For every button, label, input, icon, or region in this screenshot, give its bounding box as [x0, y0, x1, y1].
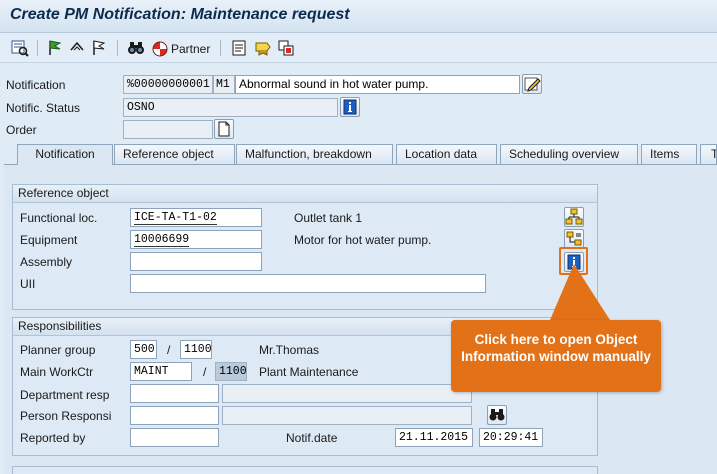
planner-group-label: Planner group	[20, 343, 96, 357]
notif-time-field[interactable]: 20:29:41	[479, 428, 543, 447]
notes-icon[interactable]	[230, 39, 248, 57]
notification-type-field: M1	[213, 75, 235, 94]
hierarchy-icon	[565, 208, 583, 225]
assembly-field[interactable]	[130, 252, 262, 271]
application-toolbar: Partner	[0, 33, 717, 63]
planner-group-slash: /	[167, 343, 171, 357]
flag-icon[interactable]	[46, 39, 64, 57]
tab-items[interactable]: Items	[641, 144, 697, 164]
main-workctr-description: Plant Maintenance	[259, 365, 359, 379]
assembly-label: Assembly	[20, 255, 73, 269]
main-workctr-plant-field: 1100	[215, 362, 247, 381]
pencil-icon	[524, 77, 541, 92]
uii-field[interactable]	[130, 274, 486, 293]
title-bar: Create PM Notification: Maintenance requ…	[0, 0, 717, 33]
callout-hint: Click here to open Object Information wi…	[451, 320, 661, 392]
order-field	[123, 120, 213, 139]
overview-icon[interactable]	[11, 39, 31, 57]
notif-date-label: Notif.date	[286, 431, 338, 445]
toolbar-separator	[37, 40, 38, 56]
callout-arrow	[550, 264, 610, 320]
order-label: Order	[6, 123, 37, 137]
functional-loc-structure-button[interactable]	[564, 207, 584, 227]
catalog-icon[interactable]	[254, 39, 272, 57]
notif-date-field[interactable]: 21.11.2015	[395, 428, 473, 447]
person-responsible-field[interactable]	[130, 406, 219, 425]
notification-number-field: %00000000001	[123, 75, 213, 94]
status-field: OSNO	[123, 98, 338, 117]
main-workctr-field[interactable]: MAINT	[130, 362, 192, 381]
page-title: Create PM Notification: Maintenance requ…	[10, 6, 350, 23]
tab-malfunction-breakdown[interactable]: Malfunction, breakdown	[236, 144, 393, 164]
equipment-label: Equipment	[20, 233, 78, 247]
person-search-button[interactable]	[487, 405, 507, 425]
toolbar-separator	[117, 40, 118, 56]
uii-label: UII	[20, 277, 36, 291]
status-info-button[interactable]	[340, 97, 360, 117]
tab-notification[interactable]: Notification	[17, 144, 113, 165]
notification-label: Notification	[6, 78, 66, 92]
planner-group-description: Mr.Thomas	[259, 343, 320, 357]
next-group	[12, 466, 598, 474]
functional-loc-label: Functional loc.	[20, 211, 98, 225]
binoculars-icon[interactable]	[126, 39, 148, 57]
edit-long-text-button[interactable]	[522, 74, 542, 94]
equipment-value: 10006699	[134, 233, 190, 247]
structure-icon[interactable]	[277, 39, 295, 57]
planner-group-field[interactable]: 500	[130, 340, 157, 359]
tab-reference-object[interactable]: Reference object	[114, 144, 235, 164]
flag-outline-icon[interactable]	[90, 39, 108, 57]
tab-location-data[interactable]: Location data	[396, 144, 497, 164]
tab-scheduling-overview[interactable]: Scheduling overview	[500, 144, 638, 164]
binoculars-icon	[489, 409, 505, 421]
reference-object-heading: Reference object	[13, 185, 597, 203]
person-responsible-description-field	[222, 406, 472, 425]
document-icon	[218, 121, 230, 137]
equipment-structure-button[interactable]	[564, 229, 584, 249]
partner-button[interactable]: Partner	[152, 39, 214, 57]
structure-list-icon	[566, 231, 582, 246]
functional-loc-field[interactable]: ICE-TA-T1-02	[130, 208, 262, 227]
functional-loc-description: Outlet tank 1	[294, 211, 363, 225]
main-workctr-label: Main WorkCtr	[20, 365, 94, 379]
notification-text-field[interactable]: Abnormal sound in hot water pump.	[235, 75, 520, 94]
equipment-field[interactable]: 10006699	[130, 230, 262, 249]
tab-more[interactable]: T	[700, 144, 717, 164]
department-resp-description-field	[222, 384, 472, 403]
link-icon[interactable]	[68, 39, 86, 57]
toolbar-separator	[220, 40, 221, 56]
partner-button-label: Partner	[171, 41, 211, 56]
info-icon	[343, 99, 357, 115]
partner-icon	[152, 41, 168, 57]
reported-by-field[interactable]	[130, 428, 219, 447]
reported-by-label: Reported by	[20, 431, 86, 445]
status-label: Notific. Status	[6, 101, 81, 115]
person-responsible-label: Person Responsi	[20, 409, 112, 423]
create-order-button[interactable]	[214, 119, 234, 139]
equipment-description: Motor for hot water pump.	[294, 233, 432, 247]
department-resp-label: Department resp	[20, 388, 110, 402]
main-workctr-slash: /	[203, 365, 207, 379]
planner-group-plant-field[interactable]: 1100	[180, 340, 212, 359]
functional-loc-value: ICE-TA-T1-02	[134, 211, 217, 225]
department-resp-field[interactable]	[130, 384, 219, 403]
